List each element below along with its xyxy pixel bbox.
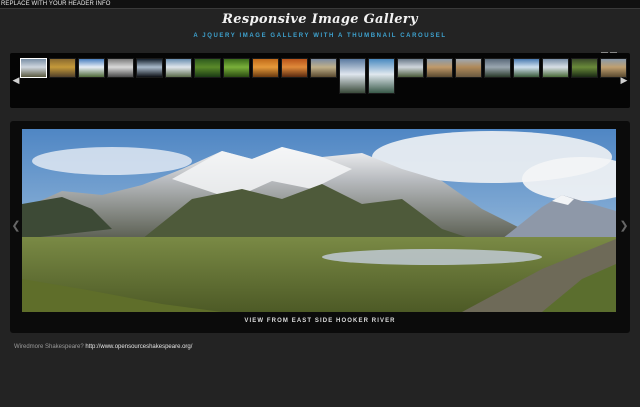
page-subtitle: A JQUERY IMAGE GALLERY WITH A THUMBNAIL … xyxy=(193,33,447,39)
thumbnail-item[interactable] xyxy=(165,58,192,78)
thumbnail-item[interactable] xyxy=(571,58,598,78)
image-caption: VIEW FROM EAST SIDE HOOKER RIVER xyxy=(244,318,396,324)
main-image-panel: ❮ ❯ VIEW FROM EAST SIDE HOOKER RIVER xyxy=(10,121,630,333)
page-title: Responsive Image Gallery xyxy=(222,12,418,27)
footer-link[interactable]: http://www.opensourceshakespeare.org/ xyxy=(85,344,192,350)
thumbnail-item[interactable] xyxy=(310,58,337,78)
thumbnail-item[interactable] xyxy=(484,58,511,78)
thumbnail-item[interactable] xyxy=(455,58,482,78)
thumbnail-item[interactable] xyxy=(49,58,76,78)
thumbnail-item[interactable] xyxy=(194,58,221,78)
thumbnail-carousel: ◀ ▶ xyxy=(10,53,630,108)
footer-credit: Wiredmore Shakespeare? http://www.openso… xyxy=(14,344,192,350)
thumbnail-item[interactable] xyxy=(78,58,105,78)
header-placeholder-bar: REPLACE WITH YOUR HEADER INFO xyxy=(0,0,640,9)
carousel-next-arrow-icon[interactable]: ▶ xyxy=(619,73,629,87)
thumbnail-item[interactable] xyxy=(339,58,366,94)
thumbnail-item[interactable] xyxy=(223,58,250,78)
main-image xyxy=(22,129,616,312)
header-placeholder-text: REPLACE WITH YOUR HEADER INFO xyxy=(1,1,111,7)
thumbnail-item[interactable] xyxy=(397,58,424,78)
thumbnail-item[interactable] xyxy=(368,58,395,94)
thumbnail-item[interactable] xyxy=(513,58,540,78)
thumbnail-item[interactable] xyxy=(252,58,279,78)
thumbnail-item[interactable] xyxy=(426,58,453,78)
image-prev-arrow-icon[interactable]: ❮ xyxy=(11,218,21,234)
thumbnail-item[interactable] xyxy=(281,58,308,78)
thumbnail-strip xyxy=(20,58,627,103)
gallery-header: Responsive Image Gallery A JQUERY IMAGE … xyxy=(10,9,630,59)
thumbnail-item[interactable] xyxy=(542,58,569,78)
thumbnail-item[interactable] xyxy=(107,58,134,78)
thumbnail-item[interactable] xyxy=(20,58,47,78)
image-next-arrow-icon[interactable]: ❯ xyxy=(619,218,629,234)
thumbnail-item[interactable] xyxy=(136,58,163,78)
footer-text: Wiredmore Shakespeare? xyxy=(14,344,84,350)
